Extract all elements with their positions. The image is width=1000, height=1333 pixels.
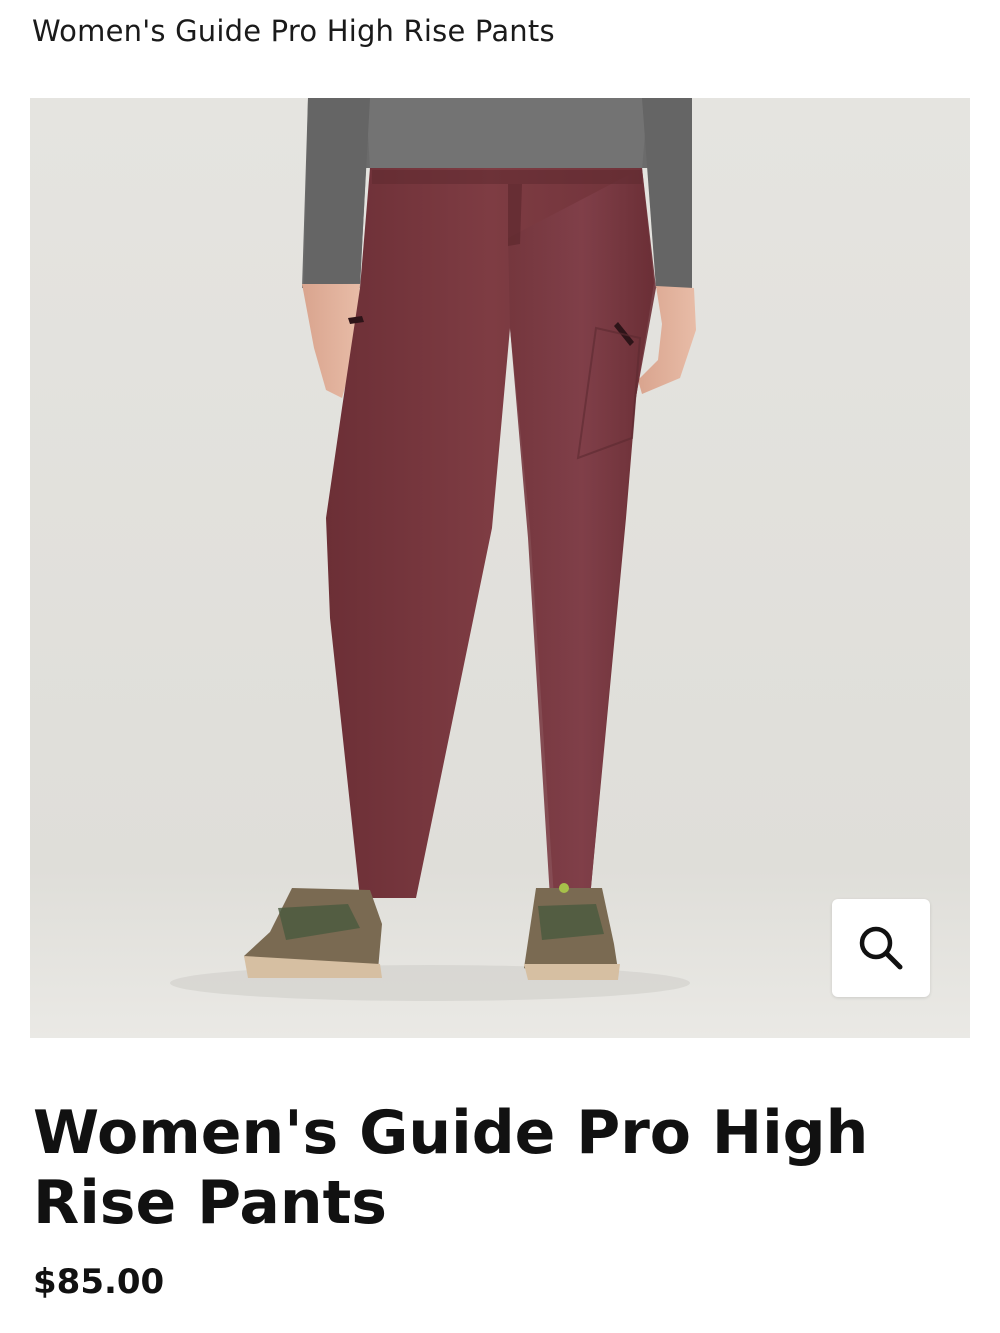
product-title: Women's Guide Pro High Rise Pants — [33, 1098, 869, 1238]
product-photo — [30, 98, 970, 1038]
search-icon — [859, 926, 903, 970]
product-price: $85.00 — [33, 1262, 165, 1302]
page-header-title: Women's Guide Pro High Rise Pants — [32, 14, 555, 48]
product-page: Women's Guide Pro High Rise Pants Women'… — [0, 0, 1000, 1333]
zoom-button[interactable] — [832, 899, 930, 997]
product-image-gallery[interactable] — [30, 98, 970, 1038]
